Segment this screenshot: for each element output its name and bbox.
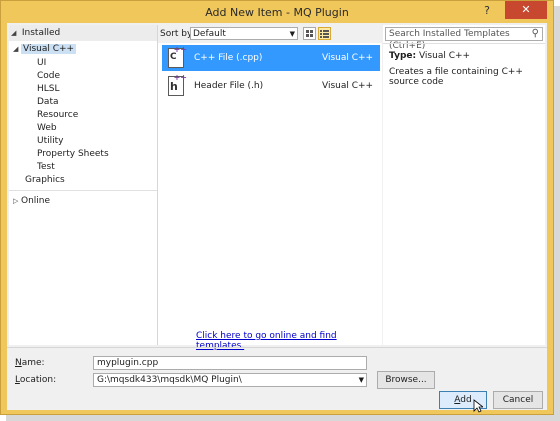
tree-item-graphics[interactable]: Graphics	[25, 174, 65, 187]
search-icon[interactable]: ⚲	[532, 28, 539, 40]
cancel-button[interactable]: Cancel	[493, 391, 543, 409]
window-title: Add New Item - MQ Plugin	[205, 6, 349, 19]
sort-select[interactable]: Default ▼	[190, 27, 298, 40]
tree-item-label: Visual C++	[21, 44, 77, 54]
type-line: Type: Visual C++	[389, 51, 470, 61]
grid-icon	[306, 30, 313, 37]
title-bar[interactable]: Add New Item - MQ Plugin ? ✕	[1, 1, 553, 23]
divider	[9, 190, 157, 191]
cpp-file-icon: C ++	[168, 45, 187, 68]
dialog-window: Add New Item - MQ Plugin ? ✕ ◢ Installed…	[0, 0, 554, 415]
header-file-icon: h ++	[168, 73, 187, 96]
tree-item-property-sheets[interactable]: Property Sheets	[37, 148, 109, 161]
template-item-header[interactable]: h ++ Header File (.h) Visual C++	[162, 73, 380, 99]
tree-item-ui[interactable]: UI	[37, 57, 46, 70]
sort-toolbar: Sort by: Default ▼	[158, 25, 382, 43]
expand-arrow-icon[interactable]: ▷	[13, 195, 21, 208]
location-value: G:\mqsdk433\mqsdk\MQ Plugin\	[97, 375, 242, 385]
sort-value: Default	[193, 29, 226, 39]
template-language: Visual C++	[322, 53, 374, 63]
online-label: Online	[21, 196, 51, 206]
type-value: Visual C++	[418, 51, 471, 61]
name-field[interactable]: myplugin.cpp	[93, 356, 367, 370]
tree-item-code[interactable]: Code	[37, 70, 60, 83]
type-label: Type:	[389, 51, 417, 61]
tree-item-resource[interactable]: Resource	[37, 109, 78, 122]
collapse-arrow-icon[interactable]: ◢	[11, 27, 19, 40]
search-input[interactable]: Search Installed Templates (Ctrl+E) ⚲	[385, 27, 543, 51]
name-label: Name:	[15, 358, 45, 368]
tree-item-web[interactable]: Web	[37, 122, 57, 135]
small-icons-view-button[interactable]	[303, 27, 316, 40]
template-language: Visual C++	[322, 81, 374, 91]
tree-item-visual-cpp[interactable]: ◢ Visual C++	[13, 43, 77, 56]
tree-item-test[interactable]: Test	[37, 161, 55, 174]
browse-button[interactable]: Browse...	[377, 371, 435, 389]
expand-arrow-icon[interactable]: ◢	[13, 43, 21, 56]
template-item-cpp[interactable]: C ++ C++ File (.cpp) Visual C++	[162, 45, 380, 71]
chevron-down-icon[interactable]: ▼	[359, 374, 364, 386]
installed-label: Installed	[21, 28, 61, 38]
location-field[interactable]: G:\mqsdk433\mqsdk\MQ Plugin\ ▼	[93, 373, 367, 387]
help-icon[interactable]: ?	[475, 3, 499, 19]
list-icon	[320, 30, 329, 38]
list-view-button[interactable]	[318, 27, 331, 40]
mouse-cursor-icon	[473, 399, 483, 413]
chevron-down-icon: ▼	[289, 30, 295, 38]
close-button[interactable]: ✕	[505, 1, 547, 19]
details-pane: Search Installed Templates (Ctrl+E) ⚲ Ty…	[383, 25, 545, 345]
search-placeholder: Search Installed Templates (Ctrl+E)	[389, 29, 510, 51]
template-name: C++ File (.cpp)	[194, 53, 263, 63]
location-label: Location:	[15, 375, 57, 385]
tree-item-hlsl[interactable]: HLSL	[37, 83, 60, 96]
installed-header[interactable]: ◢ Installed	[9, 25, 157, 41]
template-description: Creates a file containing C++ source cod…	[389, 67, 523, 87]
template-pane: Sort by: Default ▼ C ++ C++ File (.cpp) V…	[158, 25, 382, 351]
template-name: Header File (.h)	[194, 81, 264, 91]
divider	[383, 43, 545, 44]
online-templates-link[interactable]: Click here to go online and find templat…	[196, 331, 382, 351]
category-pane: ◢ Installed ◢ Visual C++ UI Code HLSL Dat…	[9, 25, 158, 345]
tree-item-data[interactable]: Data	[37, 96, 59, 109]
dialog-client: ◢ Installed ◢ Visual C++ UI Code HLSL Dat…	[7, 23, 547, 413]
divider	[7, 347, 547, 348]
tree-item-utility[interactable]: Utility	[37, 135, 63, 148]
tree-item-online[interactable]: ▷ Online	[13, 195, 50, 208]
